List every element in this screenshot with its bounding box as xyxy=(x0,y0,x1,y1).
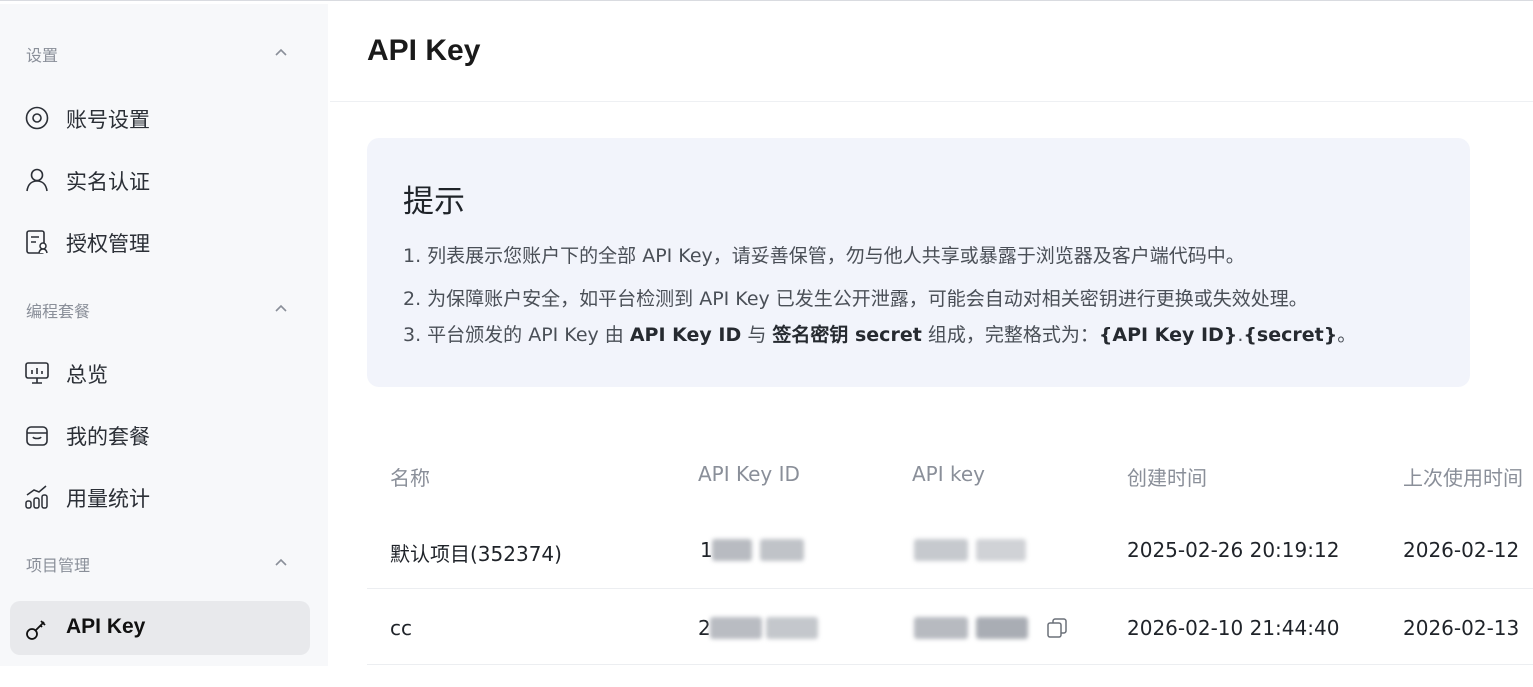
masked-key-id xyxy=(710,617,762,639)
column-header-last-used: 上次使用时间 xyxy=(1403,466,1523,490)
sidebar-item-usage-stats[interactable]: 用量统计 xyxy=(10,469,310,523)
column-header-created: 创建时间 xyxy=(1127,466,1207,490)
chevron-up-icon[interactable] xyxy=(272,44,290,62)
sidebar-item-label: 实名认证 xyxy=(66,170,150,194)
masked-key-id xyxy=(712,539,752,561)
section-coding-plan-header[interactable]: 编程套餐 xyxy=(0,288,328,328)
masked-api-key xyxy=(976,617,1028,639)
copy-icon[interactable] xyxy=(1046,617,1068,639)
masked-api-key xyxy=(914,539,968,561)
column-header-key-id: API Key ID xyxy=(698,462,800,486)
chevron-up-icon[interactable] xyxy=(272,554,290,572)
cell-name: 默认项目(352374) xyxy=(390,542,562,566)
tip-box: 提示 1. 列表展示您账户下的全部 API Key，请妥善保管，勿与他人共享或暴… xyxy=(367,138,1470,387)
masked-key-id xyxy=(760,539,804,561)
page-title: API Key xyxy=(367,34,481,67)
tip-text: 。 xyxy=(1337,324,1357,346)
masked-api-key xyxy=(914,617,968,639)
user-icon xyxy=(26,168,48,192)
tip-text: 组成，完整格式为： xyxy=(921,324,1099,346)
section-title: 设置 xyxy=(26,46,59,65)
tip-text: 3. 平台颁发的 API Key 由 xyxy=(403,324,630,346)
sidebar-item-api-key[interactable]: API Key xyxy=(10,601,310,655)
link-key-icon xyxy=(26,620,46,640)
section-settings-header[interactable]: 设置 xyxy=(0,32,328,72)
cell-name: cc xyxy=(390,616,412,640)
sidebar-item-label: 账号设置 xyxy=(66,108,150,132)
cell-key-id-visible: 1 xyxy=(700,538,713,562)
section-title: 项目管理 xyxy=(26,556,91,575)
monitor-icon xyxy=(25,362,49,384)
page-header: API Key xyxy=(330,4,1533,102)
chevron-up-icon[interactable] xyxy=(272,300,290,318)
cell-created: 2025-02-26 20:19:12 xyxy=(1127,538,1340,562)
sidebar-item-authorization[interactable]: 授权管理 xyxy=(10,214,310,268)
section-project-mgmt-header[interactable]: 项目管理 xyxy=(0,542,328,582)
sidebar-item-label: 总览 xyxy=(66,363,108,387)
cell-last-used: 2026-02-13 xyxy=(1403,616,1520,640)
sidebar: 设置 账号设置 实名认证 授权管理 编程套餐 总览 我的套餐 用量统计 项目管理… xyxy=(0,4,328,666)
row-divider xyxy=(367,664,1533,665)
main-content: API Key 提示 1. 列表展示您账户下的全部 API Key，请妥善保管，… xyxy=(330,4,1533,666)
tip-title: 提示 xyxy=(403,184,465,220)
tip-text: 与 xyxy=(741,324,773,346)
tip-line-1: 1. 列表展示您账户下的全部 API Key，请妥善保管，勿与他人共享或暴露于浏… xyxy=(403,245,1245,267)
sidebar-item-my-plan[interactable]: 我的套餐 xyxy=(10,407,310,461)
sidebar-item-label: 用量统计 xyxy=(66,487,150,511)
sidebar-item-account-settings[interactable]: 账号设置 xyxy=(10,90,310,144)
tip-bold-text: 签名密钥 secret xyxy=(772,324,922,346)
eye-icon xyxy=(25,106,49,130)
bag-icon xyxy=(26,426,48,446)
cell-last-used: 2026-02-12 xyxy=(1403,538,1520,562)
cell-key-id-visible: 2 xyxy=(698,616,711,640)
sidebar-item-real-name[interactable]: 实名认证 xyxy=(10,152,310,206)
column-header-api-key: API key xyxy=(912,462,986,486)
sidebar-item-label: 授权管理 xyxy=(66,232,150,256)
column-header-name: 名称 xyxy=(390,466,430,490)
sidebar-item-overview[interactable]: 总览 xyxy=(10,345,310,399)
chart-icon xyxy=(25,485,48,509)
tip-bold-text: {secret} xyxy=(1243,324,1338,346)
sidebar-item-label: API Key xyxy=(66,615,146,638)
auth-doc-icon xyxy=(26,230,48,254)
row-divider xyxy=(367,588,1533,589)
tip-bold-text: API Key ID xyxy=(629,324,742,346)
tip-line-3: 3. 平台颁发的 API Key 由 API Key ID 与 签名密钥 sec… xyxy=(403,320,1356,347)
cell-created: 2026-02-10 21:44:40 xyxy=(1127,616,1340,640)
sidebar-item-label: 我的套餐 xyxy=(66,425,150,449)
masked-api-key xyxy=(976,539,1026,561)
masked-key-id xyxy=(766,617,818,639)
tip-bold-text: {API Key ID} xyxy=(1098,324,1238,346)
tip-line-2: 2. 为保障账户安全，如平台检测到 API Key 已发生公开泄露，可能会自动对… xyxy=(403,288,1308,310)
section-title: 编程套餐 xyxy=(26,302,91,321)
